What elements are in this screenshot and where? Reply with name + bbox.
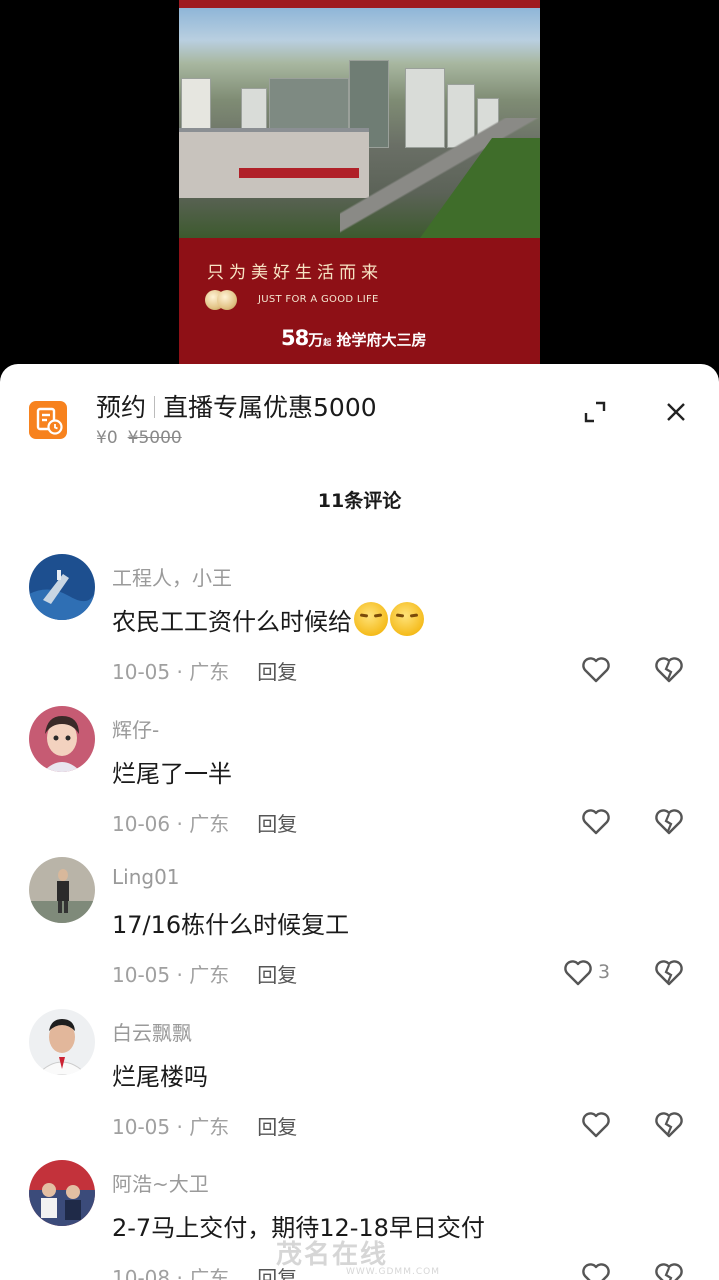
smirk-emoji-icon <box>354 602 388 636</box>
comment-location: 广东 <box>189 963 230 987</box>
comment-date: 10-05 <box>112 1115 171 1139</box>
ad-price-qi: 起 <box>323 338 332 347</box>
reply-button[interactable]: 回复 <box>257 660 297 684</box>
like-heart-icon[interactable] <box>580 1260 612 1280</box>
ad-slogan-en: JUST FOR A GOOD LIFE <box>258 294 379 305</box>
reply-button[interactable]: 回复 <box>257 963 297 987</box>
reply-button[interactable]: 回复 <box>257 1115 297 1139</box>
promo-tag: 预约 <box>96 393 147 422</box>
smirk-emoji-icon <box>390 602 424 636</box>
comment-meta: 10-08 · 广东 回复 <box>112 1262 297 1280</box>
video-player[interactable]: 只为美好生活而来 JUST FOR A GOOD LIFE 58万起 抢学府大三… <box>0 0 719 380</box>
ad-price-unit: 万 <box>308 331 324 349</box>
avatar[interactable] <box>29 706 95 772</box>
promo-price: ¥0 ¥5000 <box>96 428 182 448</box>
ad-poster: 只为美好生活而来 JUST FOR A GOOD LIFE 58万起 抢学府大三… <box>179 0 540 380</box>
comment-count: 11条评论 <box>317 490 402 512</box>
promo-separator <box>154 396 156 418</box>
coin-icon <box>205 290 239 312</box>
watermark-url: WWW.GDMM.COM <box>346 1267 440 1277</box>
comment-author[interactable]: 阿浩~大卫 <box>112 1168 209 1197</box>
like-heart-icon[interactable] <box>580 806 612 838</box>
comment-item: 辉仔- 烂尾了一半 10-06 · 广东 回复 <box>0 706 719 856</box>
dislike-broken-heart-icon[interactable] <box>653 806 685 838</box>
comment-text: 农民工工资什么时候给 <box>112 602 424 637</box>
comment-author[interactable]: 白云飘飘 <box>112 1017 192 1046</box>
comment-date: 10-08 <box>112 1266 171 1280</box>
comment-text: 烂尾楼吗 <box>112 1063 208 1091</box>
promo-title: 预约 直播专属优惠5000 <box>96 388 377 424</box>
comment-location: 广东 <box>189 1266 230 1280</box>
comment-author[interactable]: Ling01 <box>112 865 180 889</box>
ad-price-text: 抢学府大三房 <box>336 331 427 349</box>
ad-top-band <box>179 0 540 8</box>
comment-text: 17/16栋什么时候复工 <box>112 911 350 939</box>
comment-sheet: 预约 直播专属优惠5000 ¥0 ¥5000 11条评论 工程人，小王 农民工工资什… <box>0 364 719 1280</box>
comment-meta: 10-05 · 广东 回复 <box>112 1115 298 1139</box>
like-count: 3 <box>598 961 611 983</box>
comment-meta: 10-06 · 广东 回复 <box>112 812 298 836</box>
dislike-broken-heart-icon[interactable] <box>653 654 685 686</box>
comment-item: Ling01 17/16栋什么时候复工 10-05 · 广东 回复 3 <box>0 857 719 1007</box>
dislike-broken-heart-icon[interactable] <box>653 1109 685 1141</box>
reply-button[interactable]: 回复 <box>257 812 297 836</box>
comment-meta: 10-05 · 广东 回复 <box>112 963 298 987</box>
comment-location: 广东 <box>189 812 230 836</box>
ad-price-number: 58 <box>281 326 309 350</box>
comment-date: 10-06 <box>112 812 171 836</box>
dislike-broken-heart-icon[interactable] <box>653 1260 685 1280</box>
avatar[interactable] <box>29 554 95 620</box>
promo-card[interactable]: 预约 直播专属优惠5000 ¥0 ¥5000 <box>0 364 719 464</box>
dislike-broken-heart-icon[interactable] <box>653 957 685 989</box>
aerial-photo <box>179 8 540 238</box>
comment-meta: 10-05 · 广东 回复 <box>112 660 298 684</box>
avatar[interactable] <box>29 857 95 923</box>
promo-current-price: ¥0 <box>96 428 118 448</box>
comment-location: 广东 <box>189 1115 230 1139</box>
like-heart-icon[interactable] <box>580 1109 612 1141</box>
comment-author[interactable]: 辉仔- <box>112 714 159 743</box>
avatar[interactable] <box>29 1009 95 1075</box>
expand-icon[interactable] <box>583 400 607 424</box>
close-icon[interactable] <box>663 399 689 425</box>
promo-title-text: 直播专属优惠5000 <box>163 393 377 422</box>
comment-item: 白云飘飘 烂尾楼吗 10-05 · 广东 回复 <box>0 1009 719 1159</box>
comment-item: 工程人，小王 农民工工资什么时候给 10-05 · 广东 回复 <box>0 554 719 704</box>
ad-slogan: 只为美好生活而来 <box>207 263 383 283</box>
comment-author[interactable]: 工程人，小王 <box>112 562 232 591</box>
promo-original-price: ¥5000 <box>127 428 182 448</box>
comment-body: 农民工工资什么时候给 <box>112 608 352 636</box>
watermark-text: 茂名在线 <box>276 1240 389 1270</box>
avatar[interactable] <box>29 1160 95 1226</box>
watermark: 茂名在线 WWW.GDMM.COM <box>276 1234 440 1277</box>
comment-location: 广东 <box>189 660 230 684</box>
like-heart-icon[interactable] <box>562 957 594 989</box>
comment-date: 10-05 <box>112 963 171 987</box>
comment-text: 烂尾了一半 <box>112 760 232 788</box>
reservation-icon <box>29 401 67 439</box>
ad-price-line: 58万起 抢学府大三房 <box>281 326 427 350</box>
comment-date: 10-05 <box>112 660 171 684</box>
like-heart-icon[interactable] <box>580 654 612 686</box>
